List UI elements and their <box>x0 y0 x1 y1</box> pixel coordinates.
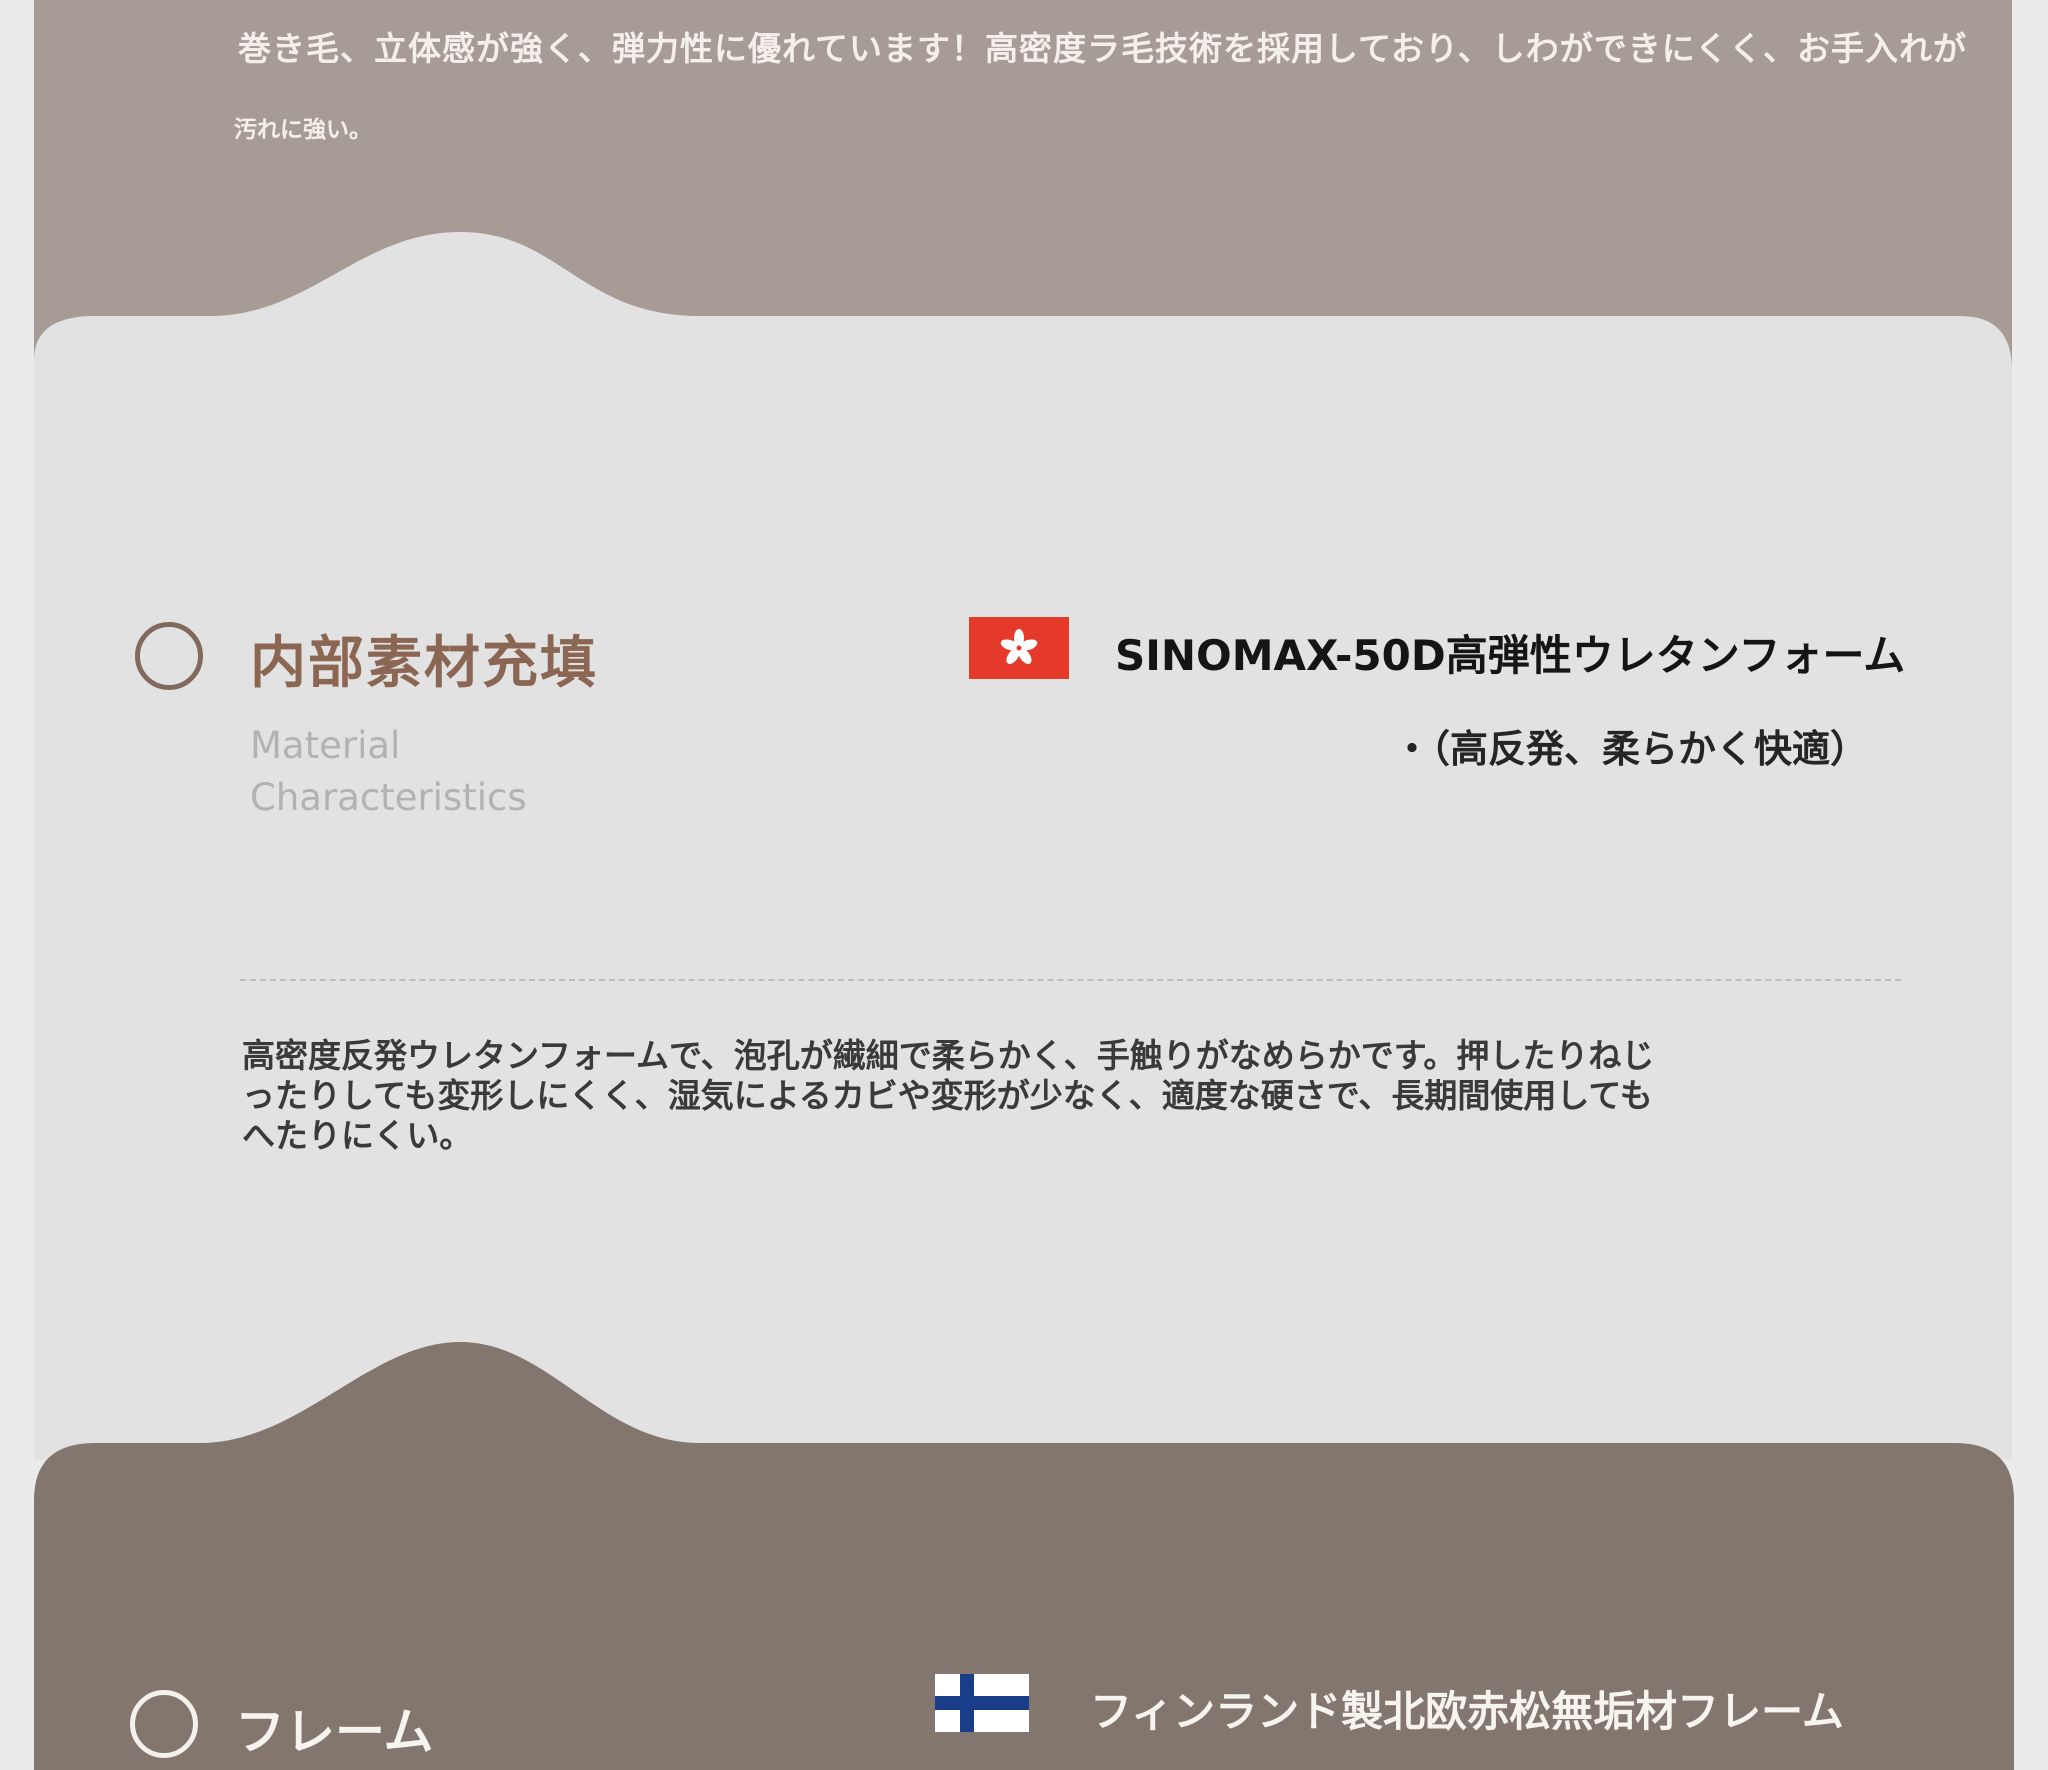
circle-icon <box>135 622 203 690</box>
circle-icon <box>130 1690 198 1758</box>
background-shapes <box>34 0 2014 1770</box>
material-product-name: SINOMAX-50D高弾性ウレタンフォーム <box>1115 631 1906 680</box>
material-description: 高密度反発ウレタンフォームで、泡孔が繊細で柔らかく、手触りがなめらかです。押した… <box>242 1036 1655 1155</box>
light-card <box>34 232 2012 1460</box>
page: 巻き毛、立体感が強く、弾力性に優れています！高密度ラ毛技術を採用しており、しわが… <box>0 0 2048 1770</box>
frame-section-title: フレーム <box>235 1703 434 1761</box>
top-description-line1: 巻き毛、立体感が強く、弾力性に優れています！高密度ラ毛技術を採用しており、しわが… <box>238 29 1968 68</box>
hong-kong-flag-icon <box>969 617 1069 679</box>
top-description-line2: 汚れに強い。 <box>234 117 372 143</box>
material-product-note: ・（高反発、柔らかく快適） <box>1393 727 1869 771</box>
material-section-title: 内部素材充填 <box>250 631 598 696</box>
dashed-divider <box>240 979 1901 981</box>
material-section-subtitle: Material Characteristics <box>250 724 527 819</box>
frame-product-name: フィンランド製北欧赤松無垢材フレーム <box>1090 1687 1844 1736</box>
finland-flag-icon <box>935 1674 1029 1732</box>
